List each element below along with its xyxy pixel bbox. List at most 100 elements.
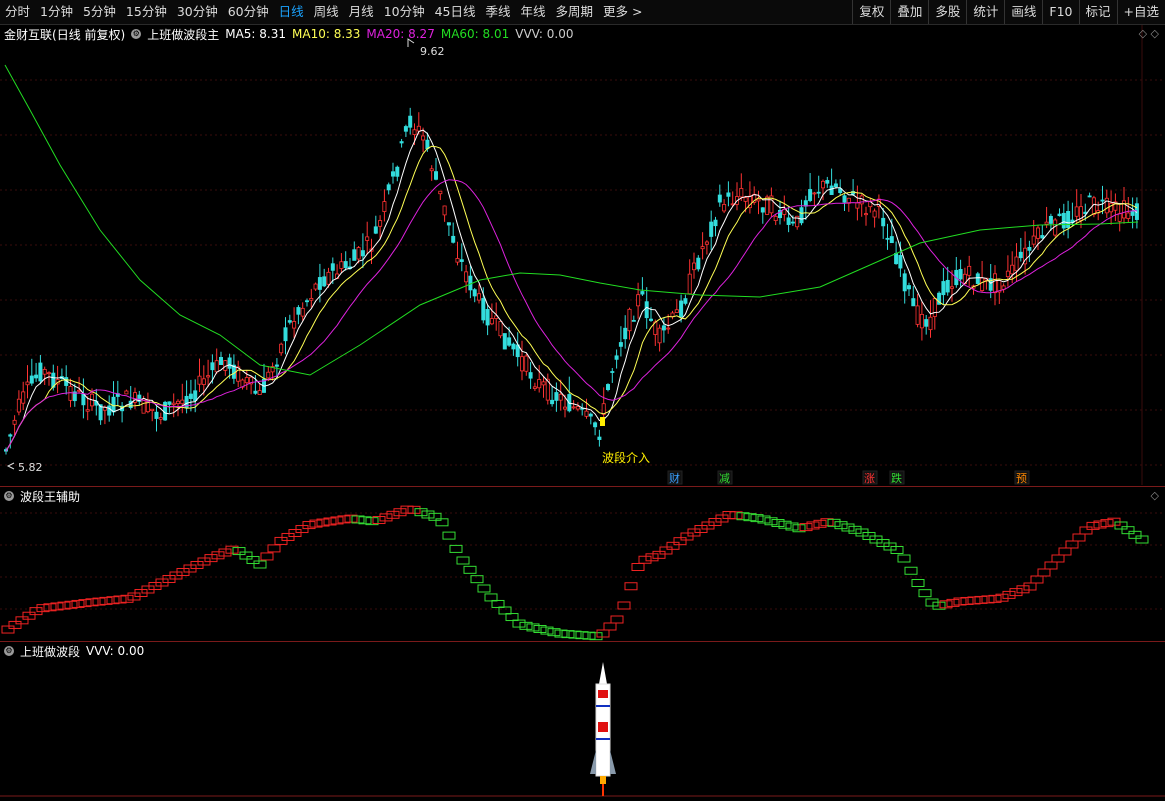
candle-body	[1130, 211, 1135, 216]
step-box	[379, 513, 393, 522]
period-tab[interactable]: 月线	[344, 0, 379, 24]
step-box	[449, 544, 463, 553]
step-box	[561, 630, 575, 639]
candle-body	[429, 168, 434, 172]
period-tab[interactable]: 15分钟	[121, 0, 172, 24]
period-tab[interactable]: 60分钟	[223, 0, 274, 24]
step-box	[407, 505, 421, 514]
rocket-stripe	[596, 738, 610, 740]
period-tab[interactable]: 年线	[516, 0, 551, 24]
candle-body	[12, 419, 17, 425]
tool-button[interactable]: 标记	[1078, 0, 1117, 24]
bottom-indicator-panel[interactable]: ⚙ 上班做波段 VVV: 0.00	[0, 641, 1165, 801]
period-tab[interactable]: 多周期	[551, 0, 599, 24]
tool-button[interactable]: +自选	[1116, 0, 1165, 24]
candle-body	[993, 273, 998, 294]
candlestick-chart[interactable]: 9.62 5.82 波段介入财 减 涨 跌 预	[0, 25, 1165, 485]
period-tab[interactable]: 1分钟	[35, 0, 78, 24]
candle-body	[756, 198, 761, 202]
period-tab[interactable]: 5分钟	[78, 0, 121, 24]
candle-body	[825, 180, 830, 184]
candle-body	[188, 393, 193, 399]
period-tab[interactable]: 季线	[481, 0, 516, 24]
candle-body	[550, 399, 555, 405]
candle-body	[627, 308, 632, 332]
step-box	[393, 508, 407, 517]
period-tab[interactable]: 10分钟	[379, 0, 430, 24]
candle-body	[107, 405, 112, 416]
candle-body	[433, 171, 438, 180]
candle-body	[563, 406, 568, 410]
tool-button[interactable]: 画线	[1004, 0, 1042, 24]
bottom-settings-icon[interactable]: ⚙	[4, 646, 14, 656]
candle-body	[657, 327, 662, 344]
candle-body	[29, 375, 34, 384]
candle-body	[558, 393, 563, 401]
candle-body	[631, 319, 636, 322]
candle-body	[296, 307, 301, 315]
period-tab[interactable]: 日线	[274, 0, 309, 24]
candle-body	[464, 271, 469, 283]
candle-body	[799, 207, 804, 224]
period-tab[interactable]: 分时	[0, 0, 35, 24]
tool-button[interactable]: 多股	[928, 0, 966, 24]
step-box	[1044, 561, 1058, 570]
step-box	[631, 563, 645, 571]
step-box	[442, 531, 456, 540]
step-box	[834, 521, 848, 530]
aux-indicator-panel[interactable]: ⚙ 波段王辅助 ◇	[0, 486, 1165, 641]
candle-body	[722, 204, 727, 212]
period-tab[interactable]: 周线	[309, 0, 344, 24]
step-box	[253, 560, 267, 569]
candle-body	[1036, 227, 1041, 239]
period-tabs: 分时 1分钟 5分钟 15分钟 30分钟 60分钟 日线 周线 月线 10分钟 45日线 季线 年线 多周…	[0, 0, 648, 24]
candle-body	[610, 371, 615, 373]
aux-legend: ⚙ 波段王辅助	[4, 489, 86, 504]
tool-button[interactable]: 统计	[966, 0, 1004, 24]
candle-body	[476, 293, 481, 301]
period-tab[interactable]: 更多 >	[598, 0, 647, 24]
panel-corner-icons[interactable]: ◇ ◇	[1139, 27, 1159, 40]
candle-body	[373, 226, 378, 234]
candle-body	[945, 279, 950, 293]
price-chart-panel[interactable]: 金财互联 (日线 前复权) ⚙ 上班做波段主 MA5: 8.31 MA10: 8…	[0, 25, 1165, 485]
candle-body	[459, 259, 464, 262]
rocket-flame	[602, 784, 604, 796]
event-marker: 跌	[891, 471, 902, 485]
candle-body	[980, 277, 985, 291]
candle-body	[193, 390, 198, 401]
candle-body	[244, 377, 249, 384]
candle-body	[1087, 195, 1092, 198]
candle-body	[1074, 206, 1079, 217]
tool-button[interactable]: F10	[1042, 0, 1078, 24]
candle-body	[343, 261, 348, 269]
candle-body	[395, 166, 400, 177]
period-tab[interactable]: 45日线	[430, 0, 481, 24]
low-pointer	[6, 462, 15, 470]
event-marker: 财	[669, 471, 680, 485]
step-box	[211, 551, 225, 560]
aux-settings-icon[interactable]: ⚙	[4, 491, 14, 501]
candle-body	[614, 355, 619, 360]
aux-step-chart[interactable]	[0, 487, 1165, 641]
step-box	[1037, 568, 1051, 577]
step-box	[967, 596, 981, 605]
step-box	[1023, 582, 1037, 591]
step-box	[15, 616, 29, 625]
tool-button[interactable]: 叠加	[890, 0, 928, 24]
candle-body	[386, 184, 391, 191]
candle-body	[821, 180, 826, 189]
candle-body	[554, 392, 559, 401]
candle-body	[661, 325, 666, 331]
tool-button[interactable]: 复权	[852, 0, 890, 24]
step-box	[617, 601, 631, 610]
candle-body	[317, 277, 322, 290]
aux-corner-icon[interactable]: ◇	[1151, 489, 1159, 502]
indicator-settings-icon[interactable]: ⚙	[131, 29, 142, 39]
step-box	[484, 593, 498, 602]
candle-body	[34, 374, 39, 379]
candle-body	[520, 356, 525, 372]
period-tab[interactable]: 30分钟	[172, 0, 223, 24]
candle-body	[154, 411, 159, 419]
candle-body	[958, 269, 963, 280]
